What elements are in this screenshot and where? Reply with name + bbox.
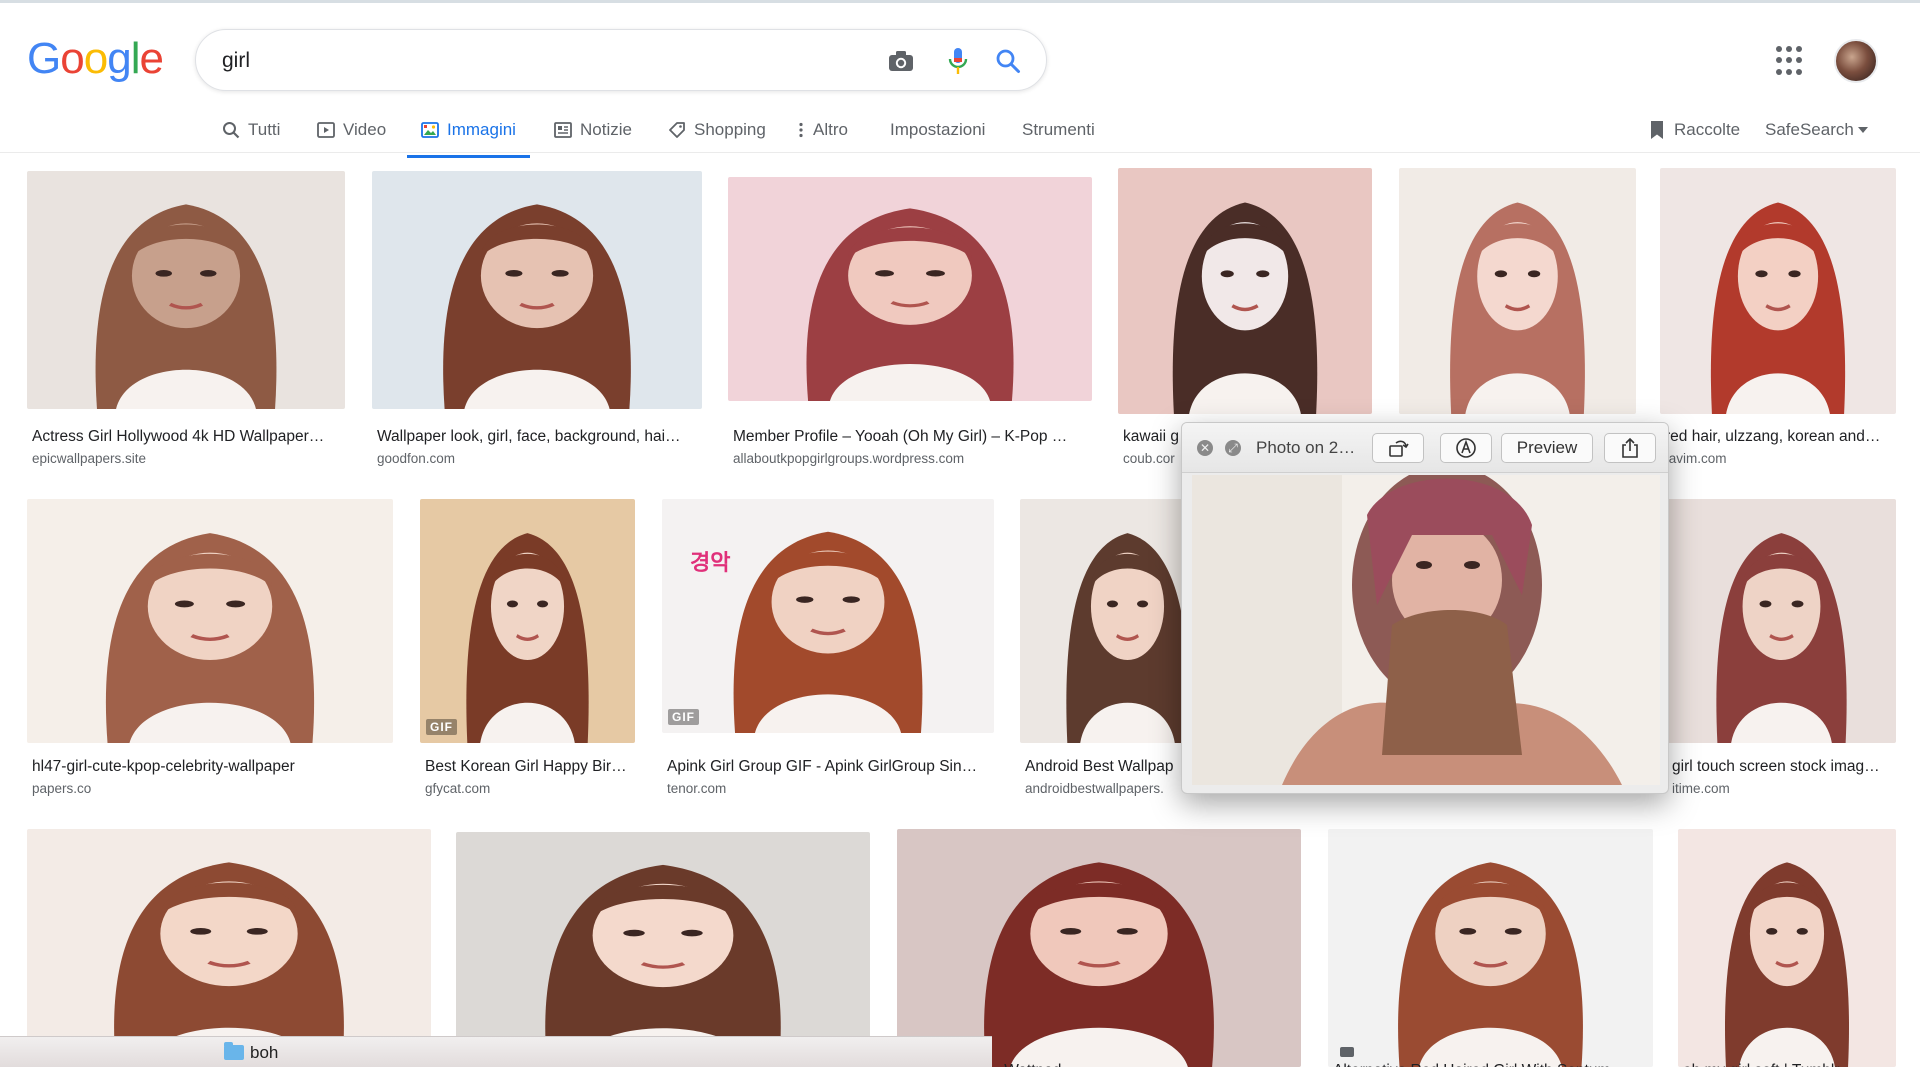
result-caption[interactable]: Apink Girl Group GIF - Apink GirlGroup S…: [667, 758, 993, 776]
result-caption[interactable]: hl47-girl-cute-kpop-celebrity-wallpaper: [32, 758, 392, 776]
quicklook-title: Photo on 2…: [1256, 438, 1356, 457]
result-thumbnail[interactable]: [1328, 829, 1653, 1067]
result-source[interactable]: allaboutkpopgirlgroups.wordpress.com: [733, 451, 1091, 466]
logo-letter: l: [130, 34, 141, 83]
result-thumbnail[interactable]: GIF: [897, 829, 1301, 1067]
folder-icon[interactable]: [224, 1042, 244, 1060]
result-caption[interactable]: Alternative Red Haired Girl With Septum…: [1333, 1062, 1652, 1067]
result-thumbnail[interactable]: [728, 177, 1092, 401]
collections-label: Raccolte: [1674, 120, 1741, 139]
result-caption[interactable]: Wallpaper look, girl, face, background, …: [377, 428, 701, 446]
tab-more[interactable]: Altro: [797, 108, 848, 152]
result-thumbnail[interactable]: [456, 832, 870, 1067]
logo-letter: e: [139, 34, 164, 83]
more-vert-icon: [797, 121, 805, 139]
tab-news[interactable]: Notizie: [554, 108, 632, 152]
search-tabs: Tutti Video Immagini Notizie Shopping Al…: [0, 108, 1920, 158]
result-caption[interactable]: Best Korean Girl Happy Bir…: [425, 758, 634, 776]
tab-settings-label: Impostazioni: [890, 120, 986, 139]
tabs-divider: [0, 152, 1920, 153]
quicklook-photo: [1192, 475, 1660, 785]
logo-letter: g: [107, 34, 132, 83]
result-caption[interactable]: girl touch screen stock imag…: [1672, 758, 1895, 776]
fullscreen-icon[interactable]: ⤢: [1225, 440, 1241, 456]
markup-button[interactable]: [1440, 433, 1492, 463]
tab-video[interactable]: Video: [317, 108, 386, 152]
tab-settings[interactable]: Impostazioni: [890, 108, 985, 152]
result-caption[interactable]: Actress Girl Hollywood 4k HD Wallpaper…: [32, 428, 344, 446]
result-thumbnail[interactable]: GIF: [420, 499, 635, 743]
tab-all[interactable]: Tutti: [222, 108, 280, 152]
collections-link[interactable]: Raccolte: [1648, 108, 1740, 152]
preview-button-label: Preview: [1516, 438, 1578, 457]
quicklook-window[interactable]: ✕ ⤢ Photo on 2… Preview: [1181, 422, 1669, 794]
result-source[interactable]: papers.co: [32, 781, 392, 796]
play-icon: [317, 121, 335, 139]
rotate-button[interactable]: [1372, 433, 1424, 463]
result-thumbnail[interactable]: [372, 171, 702, 409]
folder-label[interactable]: boh: [250, 1043, 278, 1063]
preview-button[interactable]: Preview: [1501, 433, 1593, 463]
result-thumbnail[interactable]: [1660, 168, 1896, 414]
safesearch-label: SafeSearch: [1765, 120, 1854, 139]
tab-images-label: Immagini: [447, 120, 516, 139]
camera-icon[interactable]: [884, 44, 918, 78]
safesearch-dropdown[interactable]: SafeSearch: [1765, 108, 1868, 152]
logo-letter: o: [83, 34, 109, 83]
search-input[interactable]: [222, 44, 862, 78]
gif-badge: GIF: [426, 719, 457, 735]
finder-strip: boh: [0, 1036, 992, 1067]
image-icon: [421, 121, 439, 139]
tab-shopping[interactable]: Shopping: [668, 108, 766, 152]
logo-letter: o: [60, 34, 85, 83]
share-button[interactable]: [1604, 433, 1656, 463]
tab-tools[interactable]: Strumenti: [1022, 108, 1095, 152]
logo-letter: G: [27, 34, 61, 83]
result-source[interactable]: favim.com: [1665, 451, 1895, 466]
microphone-icon[interactable]: [941, 44, 975, 78]
result-thumbnail[interactable]: [1399, 168, 1636, 414]
result-thumbnail[interactable]: [1678, 829, 1896, 1067]
quicklook-toolbar: ✕ ⤢ Photo on 2… Preview: [1182, 423, 1668, 473]
result-thumbnail[interactable]: [27, 829, 431, 1067]
close-icon[interactable]: ✕: [1197, 440, 1213, 456]
result-source[interactable]: epicwallpapers.site: [32, 451, 344, 466]
result-source[interactable]: gfycat.com: [425, 781, 634, 796]
overlay-text: 경악: [690, 551, 731, 576]
tab-images[interactable]: Immagini: [407, 108, 530, 158]
search-icon[interactable]: [991, 44, 1025, 78]
result-source[interactable]: tenor.com: [667, 781, 993, 796]
result-caption[interactable]: red hair, ulzzang, korean and…: [1665, 428, 1895, 446]
result-thumbnail[interactable]: 경악 GIF: [662, 499, 994, 733]
google-logo[interactable]: Google: [27, 34, 164, 84]
bookmark-icon: [1648, 120, 1666, 140]
tab-more-label: Altro: [813, 120, 848, 139]
result-thumbnail[interactable]: [27, 171, 345, 409]
result-source[interactable]: itime.com: [1672, 781, 1895, 796]
result-caption[interactable]: oh my girl soft | Tumblr: [1683, 1062, 1895, 1067]
result-thumbnail[interactable]: [27, 499, 393, 743]
result-caption[interactable]: Member Profile – Yooah (Oh My Girl) – K-…: [733, 428, 1091, 446]
avatar[interactable]: [1834, 39, 1878, 83]
gif-badge: GIF: [668, 709, 699, 725]
tab-tools-label: Strumenti: [1022, 120, 1095, 139]
tab-video-label: Video: [343, 120, 387, 139]
tab-news-label: Notizie: [580, 120, 632, 139]
rotate-icon: [1389, 440, 1409, 457]
search-box[interactable]: [195, 29, 1047, 91]
result-thumbnail[interactable]: [1667, 499, 1896, 743]
caret-down-icon: [1857, 127, 1868, 133]
window-top-border: [0, 0, 1920, 3]
google-apps-icon[interactable]: [1776, 46, 1806, 76]
tag-icon: [668, 121, 686, 139]
tab-shopping-label: Shopping: [694, 120, 766, 139]
result-source[interactable]: goodfon.com: [377, 451, 701, 466]
markup-icon: [1456, 438, 1476, 458]
share-icon: [1622, 437, 1638, 458]
search-icon: [222, 121, 240, 139]
newspaper-icon: [554, 121, 572, 139]
product-tag-icon: [1340, 1047, 1354, 1057]
result-thumbnail[interactable]: [1118, 168, 1372, 414]
tab-all-label: Tutti: [248, 120, 281, 139]
